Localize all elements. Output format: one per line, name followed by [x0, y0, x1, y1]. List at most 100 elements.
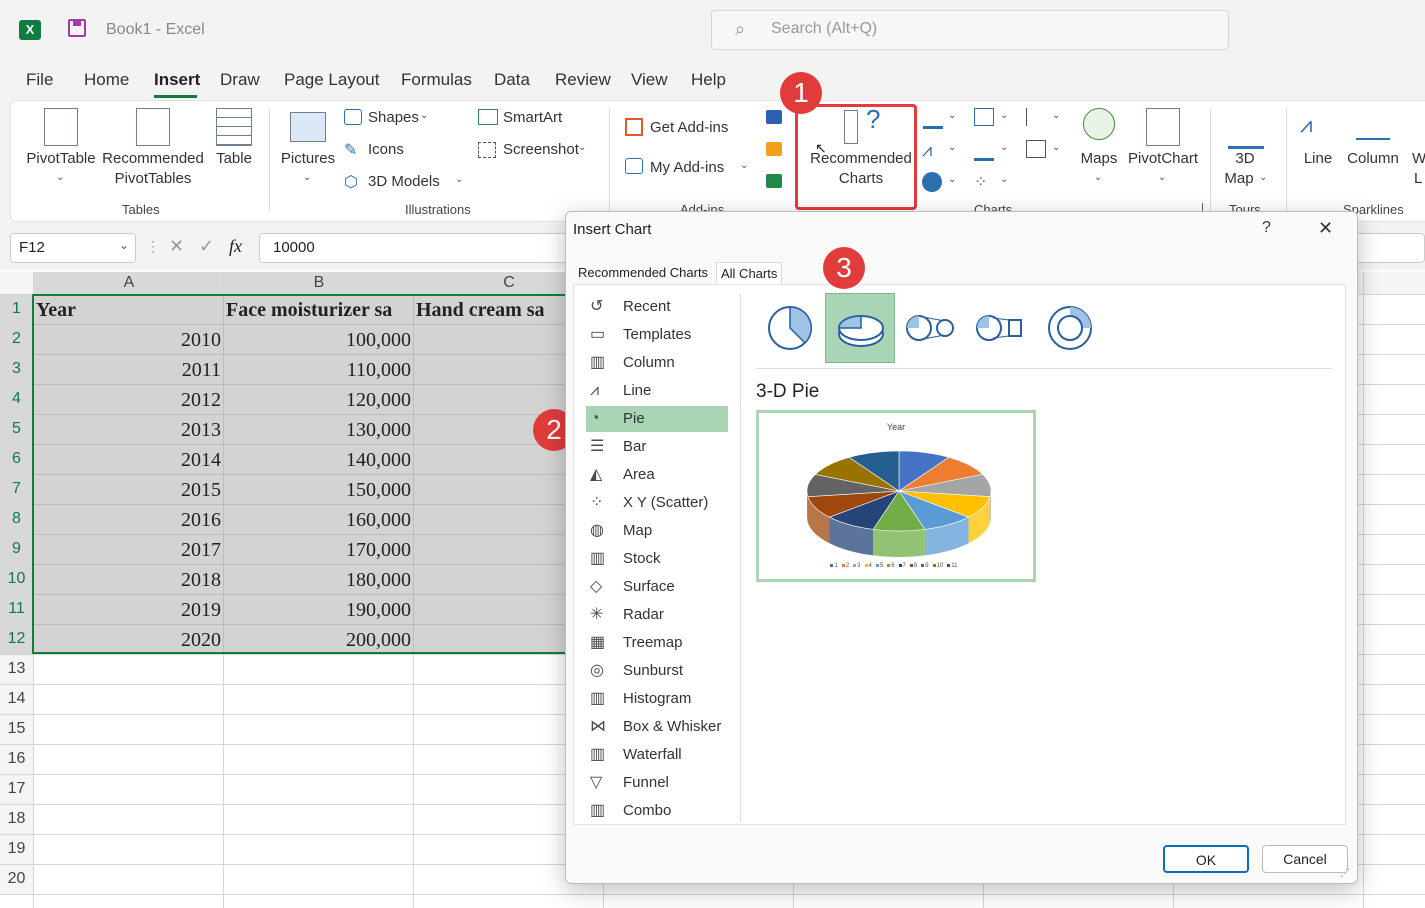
chart-type-radar[interactable]: ✳ Radar	[586, 602, 728, 628]
chevron-down-icon[interactable]: ⌄	[578, 142, 586, 153]
icons-button[interactable]: Icons	[368, 141, 404, 158]
chart-type-surface[interactable]: ◇ Surface	[586, 574, 728, 600]
tab-page-layout[interactable]: Page Layout	[284, 70, 379, 90]
data-cell[interactable]: 2017	[36, 535, 221, 565]
shapes-button[interactable]: Shapes	[368, 109, 419, 126]
column-chart-icon[interactable]	[923, 108, 943, 129]
chevron-down-icon[interactable]: ⌄	[455, 174, 463, 185]
data-cell[interactable]: 150,000	[226, 475, 411, 505]
chevron-down-icon[interactable]: ⌄	[1000, 142, 1008, 153]
sparkline-winloss-button[interactable]: W	[1412, 150, 1425, 167]
header-cell[interactable]: Face moisturizer sa	[226, 295, 412, 325]
row-header[interactable]: 2	[0, 324, 33, 354]
chevron-down-icon[interactable]: ⌄	[56, 172, 64, 183]
save-icon[interactable]	[68, 19, 86, 37]
pivotchart-button[interactable]: PivotChart	[1124, 150, 1202, 167]
close-icon[interactable]: ✕	[1318, 218, 1333, 239]
insert-function-icon[interactable]: fx	[229, 236, 242, 257]
chart-type-stock[interactable]: ▥ Stock	[586, 546, 728, 572]
subtype-doughnut[interactable]	[1035, 293, 1105, 363]
get-addins-button[interactable]: Get Add-ins	[650, 119, 728, 136]
line-chart-icon[interactable]: ⩘	[922, 140, 932, 161]
chart-type-waterfall[interactable]: ▥ Waterfall	[586, 742, 728, 768]
cancel-entry-icon[interactable]: ✕	[169, 236, 184, 257]
row-header[interactable]: 14	[0, 684, 33, 714]
row-header[interactable]: 20	[0, 864, 33, 894]
row-header[interactable]: 3	[0, 354, 33, 384]
smartart-button[interactable]: SmartArt	[503, 109, 562, 126]
chart-type-recent[interactable]: ↺ Recent	[586, 294, 728, 320]
chevron-down-icon[interactable]: ⌄	[1259, 172, 1267, 183]
row-header[interactable]: 17	[0, 774, 33, 804]
subtype-pie-of-pie[interactable]	[895, 293, 965, 363]
data-cell[interactable]: 2019	[36, 595, 221, 625]
data-cell[interactable]: 100,000	[226, 325, 411, 355]
row-header[interactable]: 10	[0, 564, 33, 594]
chart-type-x-y-scatter-[interactable]: ⁘ X Y (Scatter)	[586, 490, 728, 516]
row-header[interactable]: 4	[0, 384, 33, 414]
people-graph-icon[interactable]	[766, 174, 782, 188]
chevron-down-icon[interactable]: ⌄	[1000, 174, 1008, 185]
scatter-chart-icon[interactable]: ⁘	[974, 172, 987, 192]
resize-grip-icon[interactable]: ⋰	[1340, 868, 1350, 879]
row-header[interactable]: 16	[0, 744, 33, 774]
chevron-down-icon[interactable]: ⌄	[119, 238, 129, 252]
subtype-pie[interactable]	[755, 293, 825, 363]
chevron-down-icon[interactable]: ⌄	[303, 172, 311, 183]
tab-file[interactable]: File	[26, 70, 53, 90]
tab-home[interactable]: Home	[84, 70, 129, 90]
pie-chart-icon[interactable]	[922, 172, 942, 192]
chart-type-line[interactable]: ⩘ Line	[586, 378, 728, 404]
chart-type-bar[interactable]: ☰ Bar	[586, 434, 728, 460]
data-cell[interactable]: 2010	[36, 325, 221, 355]
row-header[interactable]: 15	[0, 714, 33, 744]
confirm-entry-icon[interactable]: ✓	[199, 236, 214, 257]
table-button[interactable]: Table	[208, 150, 260, 167]
data-cell[interactable]: 120,000	[226, 385, 411, 415]
tab-help[interactable]: Help	[691, 70, 726, 90]
recommended-pivottables-button[interactable]: Recommended	[98, 150, 208, 167]
row-header[interactable]: 8	[0, 504, 33, 534]
row-header[interactable]: 9	[0, 534, 33, 564]
data-cell[interactable]: 160,000	[226, 505, 411, 535]
chevron-down-icon[interactable]: ⌄	[948, 142, 956, 153]
column-header-b[interactable]: B	[224, 272, 414, 296]
row-header[interactable]: 7	[0, 474, 33, 504]
row-header[interactable]: 11	[0, 594, 33, 624]
waterfall-chart-icon[interactable]	[1026, 108, 1047, 126]
subtype-bar-of-pie[interactable]	[965, 293, 1035, 363]
data-cell[interactable]: 170,000	[226, 535, 411, 565]
data-cell[interactable]: 200,000	[226, 625, 411, 655]
chart-preview[interactable]: Year 1 2 3 4 5 6 7 8 9 10 11	[756, 410, 1036, 582]
data-cell[interactable]: 180,000	[226, 565, 411, 595]
row-header[interactable]: 1	[0, 294, 33, 324]
chevron-down-icon[interactable]: ⌄	[1052, 142, 1060, 153]
chart-type-map[interactable]: ◍ Map	[586, 518, 728, 544]
data-cell[interactable]: 2013	[36, 415, 221, 445]
row-header[interactable]: 12	[0, 624, 33, 654]
ok-button[interactable]: OK	[1163, 845, 1249, 873]
chevron-down-icon[interactable]: ⌄	[1094, 172, 1102, 183]
chevron-down-icon[interactable]: ⌄	[948, 174, 956, 185]
tab-data[interactable]: Data	[494, 70, 530, 90]
chart-type-combo[interactable]: ▥ Combo	[586, 798, 728, 824]
hierarchy-chart-icon[interactable]	[974, 108, 994, 126]
tab-draw[interactable]: Draw	[220, 70, 260, 90]
chart-type-sunburst[interactable]: ◎ Sunburst	[586, 658, 728, 684]
data-cell[interactable]: 190,000	[226, 595, 411, 625]
tab-formulas[interactable]: Formulas	[401, 70, 472, 90]
row-header[interactable]: 19	[0, 834, 33, 864]
pivottable-button[interactable]: PivotTable	[22, 150, 100, 167]
data-cell[interactable]: 110,000	[226, 355, 411, 385]
chevron-down-icon[interactable]: ⌄	[1000, 110, 1008, 121]
row-header[interactable]: 13	[0, 654, 33, 684]
chart-type-funnel[interactable]: ▽ Funnel	[586, 770, 728, 796]
header-cell[interactable]: Year	[36, 295, 222, 325]
maps-button[interactable]: Maps	[1074, 150, 1124, 167]
chevron-down-icon[interactable]: ⌄	[1052, 110, 1060, 121]
pictures-button[interactable]: Pictures	[278, 150, 338, 167]
data-cell[interactable]: 2014	[36, 445, 221, 475]
statistic-chart-icon[interactable]	[974, 140, 994, 161]
data-cell[interactable]: 2012	[36, 385, 221, 415]
help-button[interactable]: ?	[1262, 219, 1271, 237]
